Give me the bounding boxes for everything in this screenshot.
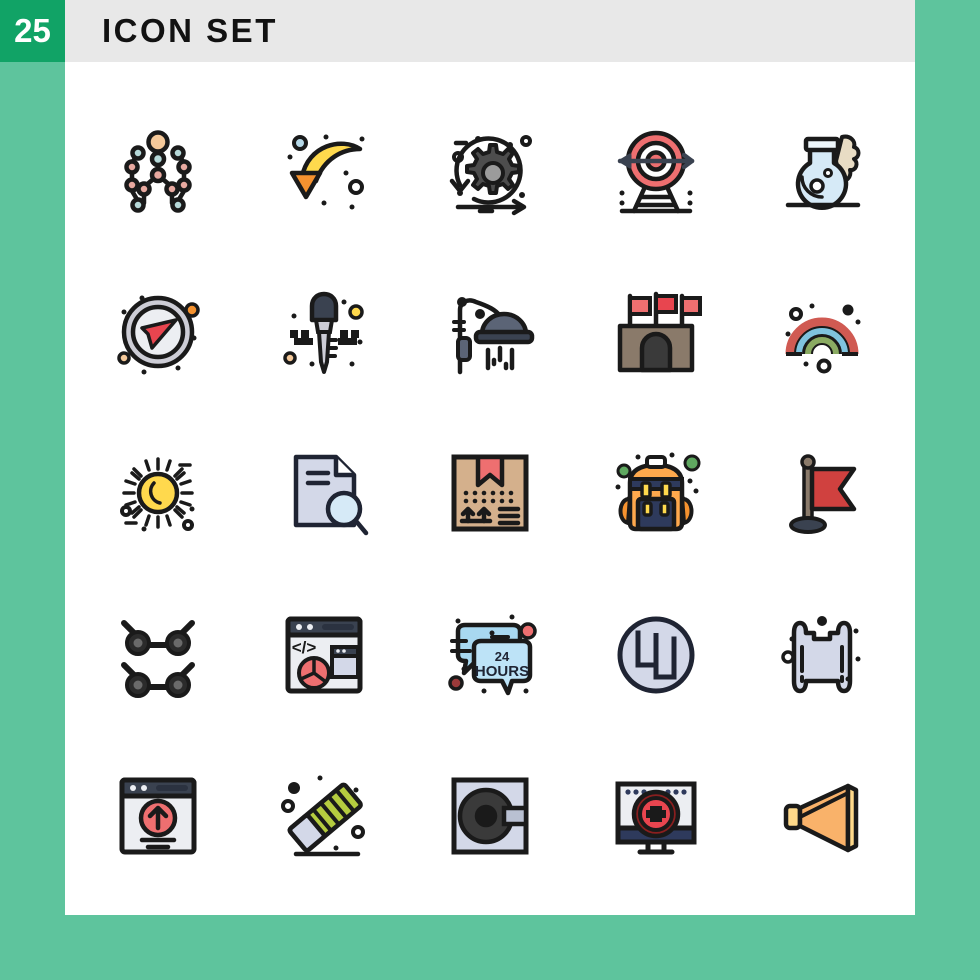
icon-cell-backpack[interactable]	[573, 413, 739, 574]
icon-cell-scroll-parchment[interactable]	[739, 574, 905, 735]
meteor-arrow-down-icon	[287, 134, 365, 210]
flag-pole-icon	[789, 454, 857, 535]
icon-cell-disk-vault[interactable]	[407, 736, 573, 897]
browser-upload-icon	[119, 777, 197, 855]
icon-cell-eraser[interactable]	[241, 736, 407, 897]
icon-cell-shower-head[interactable]	[407, 251, 573, 412]
network-person-nodes-icon	[124, 129, 192, 213]
icon-cell-monitor-medical-plus[interactable]	[573, 736, 739, 897]
disk-vault-icon	[451, 777, 529, 855]
eraser-icon	[281, 775, 365, 857]
icon-cell-sun[interactable]	[75, 413, 241, 574]
chemistry-flask-smoke-icon	[785, 134, 861, 210]
icon-cell-megaphone-cone[interactable]	[739, 736, 905, 897]
icon-cell-package-box[interactable]	[407, 413, 573, 574]
title-strip: ICON SET	[65, 0, 915, 62]
icon-cell-network-person-nodes[interactable]	[75, 90, 241, 251]
monitor-medical-plus-icon	[615, 781, 697, 855]
icon-cell-web-development-window[interactable]: </>	[241, 574, 407, 735]
skateboard-trucks-icon	[121, 619, 195, 698]
megaphone-cone-icon	[783, 784, 859, 853]
gear-process-cycle-icon	[449, 134, 532, 215]
svg-text:</>: </>	[292, 638, 317, 657]
icon-card: </> 24 HOURS	[65, 62, 915, 915]
icon-cell-target-arrow[interactable]	[573, 90, 739, 251]
sun-icon	[120, 457, 195, 532]
icon-cell-compass-navigation[interactable]	[75, 251, 241, 412]
icon-count-badge: 25	[0, 0, 65, 62]
header-bar: 25 ICON SET	[0, 0, 915, 62]
chat-24-hours-icon: 24 HOURS	[448, 614, 537, 696]
icon-cell-gear-process-cycle[interactable]	[407, 90, 573, 251]
icon-cell-chat-24-hours[interactable]: 24 HOURS	[407, 574, 573, 735]
compass-navigation-icon	[117, 295, 200, 375]
backpack-icon	[615, 452, 701, 532]
scroll-parchment-icon	[781, 615, 861, 694]
icon-cell-castle-fort-flags[interactable]	[573, 251, 739, 412]
icon-grid: </> 24 HOURS	[65, 62, 915, 915]
web-development-window-icon: </>	[285, 616, 363, 694]
icon-cell-key[interactable]	[241, 251, 407, 412]
icon-cell-browser-upload[interactable]	[75, 736, 241, 897]
icon-cell-chemistry-flask-smoke[interactable]	[739, 90, 905, 251]
icon-cell-skateboard-trucks[interactable]	[75, 574, 241, 735]
package-box-icon	[451, 454, 529, 532]
icon-cell-square-wave-circle[interactable]	[573, 574, 739, 735]
document-search-icon	[293, 455, 369, 536]
rainbow-icon	[785, 303, 861, 374]
shower-head-icon	[452, 297, 535, 375]
square-wave-circle-icon	[617, 616, 695, 694]
icon-cell-document-search[interactable]	[241, 413, 407, 574]
icon-cell-meteor-arrow-down[interactable]	[241, 90, 407, 251]
key-icon	[283, 291, 364, 375]
target-arrow-icon	[617, 130, 695, 213]
page-title: ICON SET	[102, 12, 278, 49]
icon-set-page: 25 ICON SET </> 24 HOURS	[0, 0, 980, 980]
icon-cell-rainbow[interactable]	[739, 251, 905, 412]
svg-text:HOURS: HOURS	[475, 663, 529, 680]
chat-badge-line1: 24	[495, 649, 510, 664]
castle-fort-flags-icon	[617, 291, 702, 373]
icon-cell-flag-pole[interactable]	[739, 413, 905, 574]
